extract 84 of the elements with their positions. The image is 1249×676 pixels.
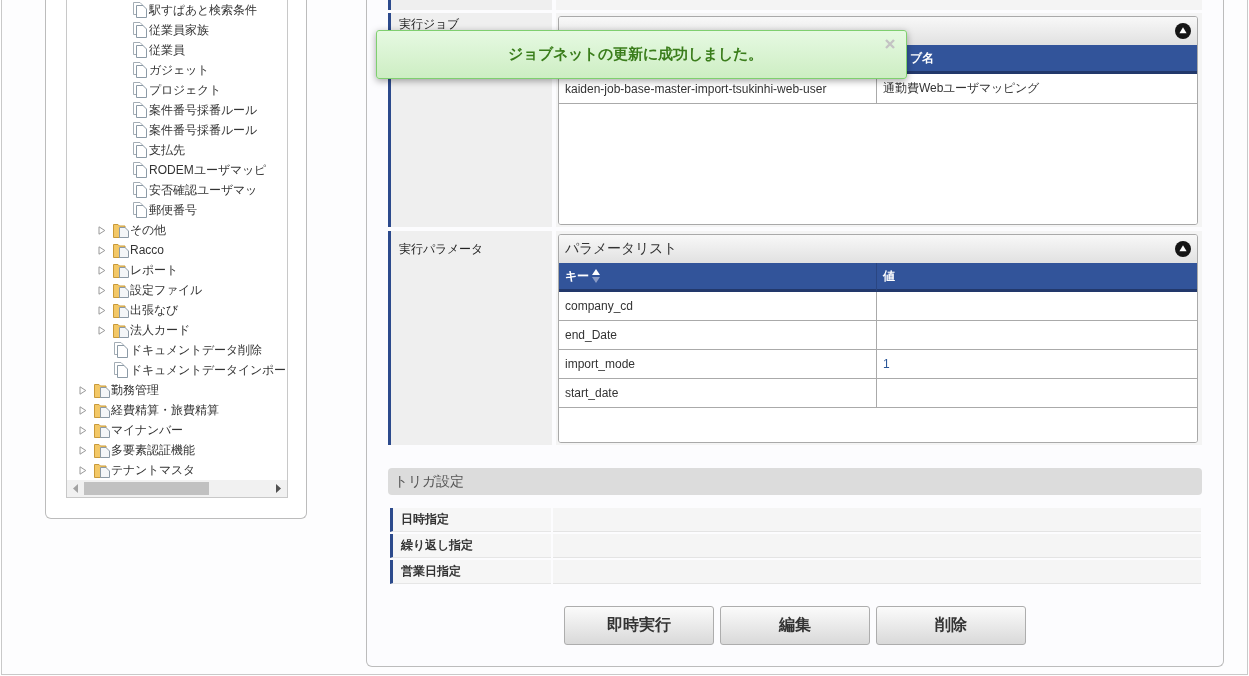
tree-toggle-icon[interactable] <box>79 425 87 435</box>
tree-item[interactable]: Racco <box>129 242 164 258</box>
tree-item[interactable]: ガジェット <box>148 62 209 78</box>
folder-icon <box>113 222 129 238</box>
field-label: 繰り返し指定 <box>390 534 551 558</box>
folder-icon <box>94 422 110 438</box>
document-icon <box>132 42 148 58</box>
document-icon <box>132 142 148 158</box>
document-icon <box>113 342 129 358</box>
column-header[interactable]: 値 <box>877 263 1197 292</box>
tree-item[interactable]: 勤務管理 <box>110 382 159 398</box>
tree-toggle-icon[interactable] <box>98 265 106 275</box>
table-cell: company_cd <box>559 292 877 321</box>
table-cell: end_Date <box>559 321 877 350</box>
tree-item[interactable]: 経費精算・旅費精算 <box>110 402 219 418</box>
action-button[interactable]: 削除 <box>876 606 1026 645</box>
field-label: 実行ジョブ <box>399 18 459 31</box>
document-icon <box>132 62 148 78</box>
tree-item[interactable]: ドキュメントデータインポー <box>129 362 286 378</box>
tree-toggle-icon[interactable] <box>79 405 87 415</box>
document-icon <box>132 122 148 138</box>
tree-item[interactable]: マイナンバー <box>110 422 183 438</box>
folder-icon <box>94 442 110 458</box>
sort-icon[interactable] <box>592 269 600 283</box>
tree-item[interactable]: 多要素認証機能 <box>110 442 195 458</box>
tree-toggle-icon[interactable] <box>79 445 87 455</box>
document-icon <box>132 82 148 98</box>
tree-item[interactable]: 従業員 <box>148 42 185 58</box>
folder-icon <box>94 462 110 478</box>
collapse-icon[interactable] <box>1175 241 1191 257</box>
column-header[interactable]: キー <box>559 263 877 292</box>
folder-icon <box>113 242 129 258</box>
document-icon <box>113 362 129 378</box>
tree-toggle-icon[interactable] <box>79 385 87 395</box>
document-icon <box>132 182 148 198</box>
tree-toggle-icon[interactable] <box>98 245 106 255</box>
folder-icon <box>113 262 129 278</box>
field-label: 実行パラメータ <box>399 243 483 256</box>
tree-item[interactable]: RODEMユーザマッピ <box>148 162 266 178</box>
tree-toggle-icon[interactable] <box>98 225 106 235</box>
tree-item[interactable]: 法人カード <box>129 322 190 338</box>
section-header: トリガ設定 <box>388 468 1202 495</box>
tree-item[interactable]: テナントマスタ <box>110 462 195 478</box>
tree-item[interactable]: 郵便番号 <box>148 202 197 218</box>
horizontal-scrollbar[interactable] <box>67 480 287 497</box>
tree-item[interactable]: 従業員家族 <box>148 22 209 38</box>
panel-title: パラメータリスト <box>565 240 677 258</box>
tree-toggle-icon[interactable] <box>79 465 87 475</box>
tree-item[interactable]: ドキュメントデータ削除 <box>129 342 262 358</box>
table-cell: 1 <box>877 350 1197 379</box>
tree-item[interactable]: 駅すぱあと検索条件 <box>148 2 257 18</box>
tree-toggle-icon[interactable] <box>98 325 106 335</box>
folder-icon <box>94 402 110 418</box>
tree-item[interactable]: 安否確認ユーザマッ <box>148 182 257 198</box>
action-button[interactable]: 即時実行 <box>564 606 714 645</box>
toast-message: ジョブネットの更新に成功しました。 <box>508 45 763 64</box>
folder-icon <box>113 282 129 298</box>
folder-icon <box>94 382 110 398</box>
left-arrow-icon[interactable] <box>73 484 78 493</box>
tree-item[interactable]: 設定ファイル <box>129 282 202 298</box>
field-label: 日時指定 <box>390 508 551 532</box>
field-label: 営業日指定 <box>390 560 551 584</box>
folder-icon <box>113 322 129 338</box>
folder-icon <box>113 302 129 318</box>
document-icon <box>132 102 148 118</box>
document-icon <box>132 162 148 178</box>
right-arrow-icon[interactable] <box>276 484 281 493</box>
tree-item[interactable]: 案件番号採番ルール <box>148 102 257 118</box>
column-header[interactable]: ブ名 <box>910 49 934 67</box>
tree-item[interactable]: プロジェクト <box>148 82 221 98</box>
tree-toggle-icon[interactable] <box>98 285 106 295</box>
tree-item[interactable]: その他 <box>129 222 166 238</box>
table-cell: import_mode <box>559 350 877 379</box>
tree-item[interactable]: 支払先 <box>148 142 185 158</box>
tree-item[interactable]: 出張なび <box>129 302 178 318</box>
action-button[interactable]: 編集 <box>720 606 870 645</box>
scrollbar-thumb[interactable] <box>84 482 209 495</box>
tree-item[interactable]: 案件番号採番ルール <box>148 122 257 138</box>
collapse-icon[interactable] <box>1175 23 1191 39</box>
tree-item[interactable]: レポート <box>129 262 178 278</box>
document-icon <box>132 202 148 218</box>
tree-toggle-icon[interactable] <box>98 305 106 315</box>
document-icon <box>132 22 148 38</box>
close-icon[interactable] <box>885 39 895 49</box>
